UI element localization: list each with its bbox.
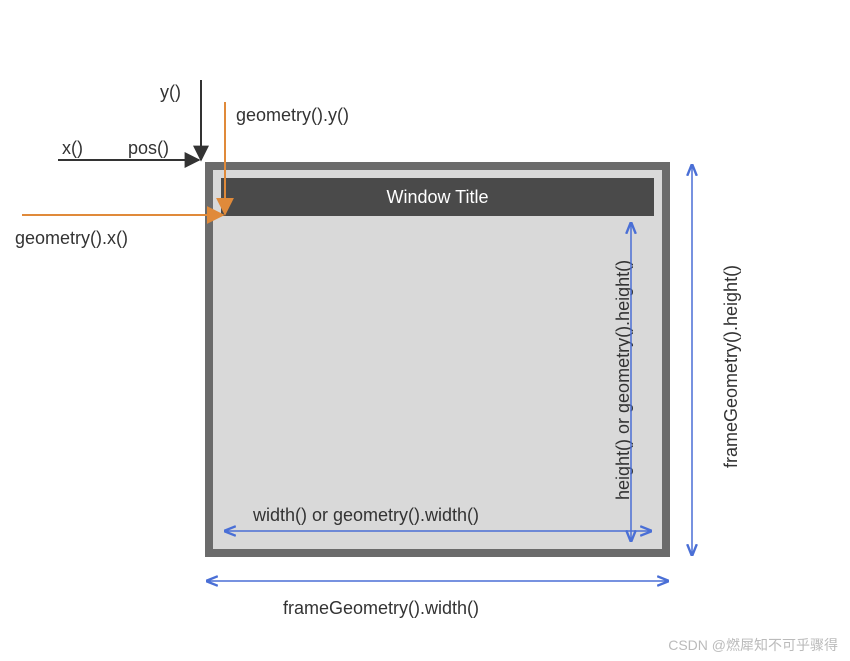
window-title-text: Window Title (386, 187, 488, 208)
label-frame-height: frameGeometry().height() (721, 265, 742, 468)
window-frame: Window Title (205, 162, 670, 557)
window-title-bar: Window Title (221, 178, 654, 216)
label-width: width() or geometry().width() (253, 505, 479, 526)
label-pos: pos() (128, 138, 169, 159)
label-x: x() (62, 138, 83, 159)
watermark-text: CSDN @燃犀知不可乎骤得 (668, 635, 838, 655)
label-height: height() or geometry().height() (613, 260, 634, 500)
label-y: y() (160, 82, 181, 103)
window-client-area (221, 220, 654, 541)
label-geometry-x: geometry().x() (15, 228, 128, 249)
label-geometry-y: geometry().y() (236, 105, 349, 126)
label-frame-width: frameGeometry().width() (283, 598, 479, 619)
